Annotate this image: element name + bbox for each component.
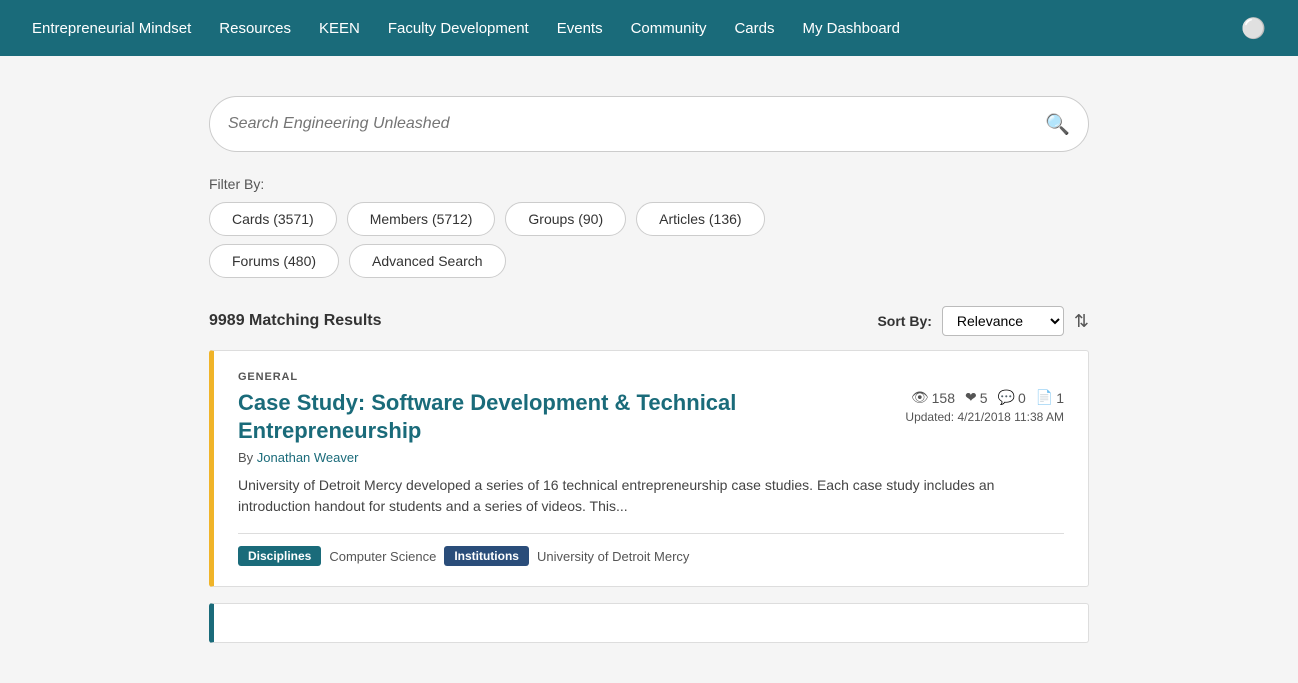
filter-groups-button[interactable]: Groups (90) xyxy=(505,202,626,236)
card-author: By Jonathan Weaver xyxy=(238,450,1064,465)
filter-cards-button[interactable]: Cards (3571) xyxy=(209,202,337,236)
card-tags: Disciplines Computer Science Institution… xyxy=(238,546,1064,566)
card-comments: 💬 0 xyxy=(998,389,1026,406)
tag-disciplines-value: Computer Science xyxy=(329,549,436,564)
nav-events[interactable]: Events xyxy=(557,20,603,37)
nav-cards[interactable]: Cards xyxy=(734,20,774,37)
views-icon: 👁 xyxy=(911,389,929,406)
filter-buttons-row2: Forums (480) Advanced Search xyxy=(209,244,1089,278)
results-count: 9989 Matching Results xyxy=(209,312,382,330)
comments-count: 0 xyxy=(1018,390,1026,406)
search-input[interactable] xyxy=(228,115,1045,133)
card-category: GENERAL xyxy=(238,371,1064,383)
card-title-row: Case Study: Software Development & Techn… xyxy=(238,389,1064,444)
card-likes: ❤ 5 xyxy=(965,389,988,406)
nav-community[interactable]: Community xyxy=(631,20,707,37)
tag-institutions-label: Institutions xyxy=(444,546,529,566)
nav-resources[interactable]: Resources xyxy=(219,20,291,37)
search-bar: 🔍 xyxy=(209,96,1089,152)
attachments-count: 1 xyxy=(1056,390,1064,406)
sort-controls: Sort By: Relevance Newest Oldest Most Vi… xyxy=(877,306,1089,336)
filter-members-button[interactable]: Members (5712) xyxy=(347,202,496,236)
main-content: 🔍 Filter By: Cards (3571) Members (5712)… xyxy=(189,56,1109,683)
results-header: 9989 Matching Results Sort By: Relevance… xyxy=(209,306,1089,336)
card-author-link[interactable]: Jonathan Weaver xyxy=(257,450,359,465)
attachments-icon: 📄 xyxy=(1036,389,1053,406)
nav-search-icon[interactable]: ⚪ xyxy=(1241,16,1266,41)
nav-faculty-development[interactable]: Faculty Development xyxy=(388,20,529,37)
views-count: 158 xyxy=(932,390,955,406)
main-nav: Entrepreneurial Mindset Resources KEEN F… xyxy=(0,0,1298,56)
tag-institutions-value: University of Detroit Mercy xyxy=(537,549,689,564)
card-title[interactable]: Case Study: Software Development & Techn… xyxy=(238,389,798,444)
filter-label: Filter By: xyxy=(209,176,1089,192)
card-stats: 👁 158 ❤ 5 💬 0 📄 1 xyxy=(911,389,1064,406)
result-card-1: GENERAL Case Study: Software Development… xyxy=(209,350,1089,587)
filter-articles-button[interactable]: Articles (136) xyxy=(636,202,764,236)
filter-forums-button[interactable]: Forums (480) xyxy=(209,244,339,278)
nav-keen[interactable]: KEEN xyxy=(319,20,360,37)
nav-my-dashboard[interactable]: My Dashboard xyxy=(802,20,900,37)
filter-advanced-search-button[interactable]: Advanced Search xyxy=(349,244,506,278)
card-updated: Updated: 4/21/2018 11:38 AM xyxy=(905,410,1064,424)
likes-count: 5 xyxy=(980,390,988,406)
nav-entrepreneurial-mindset[interactable]: Entrepreneurial Mindset xyxy=(32,20,191,37)
search-icon[interactable]: 🔍 xyxy=(1045,112,1070,137)
tag-disciplines-label: Disciplines xyxy=(238,546,321,566)
likes-icon: ❤ xyxy=(965,389,977,406)
card-views: 👁 158 xyxy=(911,389,955,406)
card-divider xyxy=(238,533,1064,534)
card-description: University of Detroit Mercy developed a … xyxy=(238,475,1064,517)
filter-buttons: Cards (3571) Members (5712) Groups (90) … xyxy=(209,202,1089,236)
comments-icon: 💬 xyxy=(998,389,1015,406)
result-card-2-partial xyxy=(209,603,1089,643)
sort-select[interactable]: Relevance Newest Oldest Most Viewed xyxy=(942,306,1064,336)
card-meta: 👁 158 ❤ 5 💬 0 📄 1 U xyxy=(904,389,1064,424)
sort-order-icon[interactable]: ⇅ xyxy=(1074,311,1089,332)
sort-label: Sort By: xyxy=(877,313,931,329)
card-attachments: 📄 1 xyxy=(1036,389,1064,406)
